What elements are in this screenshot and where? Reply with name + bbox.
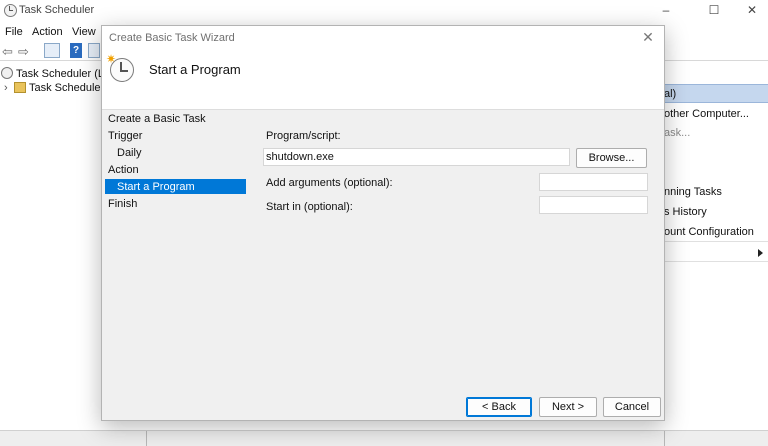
actions-pane: al) other Computer... ask... nning Tasks… <box>664 62 768 430</box>
minimize-button[interactable]: – <box>652 2 680 18</box>
menu-file[interactable]: File <box>5 26 23 38</box>
folder-icon <box>14 82 26 93</box>
app-title: Task Scheduler <box>19 4 95 16</box>
step-create-basic-task[interactable]: Create a Basic Task <box>108 113 206 125</box>
dialog-title: Create Basic Task Wizard <box>109 32 235 44</box>
step-daily[interactable]: Daily <box>117 147 141 159</box>
add-arguments-input[interactable] <box>539 173 648 191</box>
show-hide-console-tree-icon[interactable] <box>44 43 60 58</box>
browse-button[interactable]: Browse... <box>576 148 647 168</box>
close-icon[interactable]: ✕ <box>638 28 658 46</box>
cancel-button[interactable]: Cancel <box>603 397 661 417</box>
task-scheduler-icon <box>1 67 13 79</box>
action-at-service-account-configuration[interactable]: ount Configuration <box>664 226 754 238</box>
status-separator <box>146 431 147 446</box>
submenu-arrow-icon[interactable] <box>758 249 763 257</box>
main-window-titlebar: Task Scheduler – ☐ ✕ <box>0 0 768 22</box>
divider <box>664 241 768 242</box>
chevron-right-icon[interactable]: › <box>4 82 14 94</box>
task-scheduler-icon <box>4 4 17 17</box>
menu-action[interactable]: Action <box>32 26 63 38</box>
step-trigger[interactable]: Trigger <box>108 130 142 142</box>
divider <box>664 261 768 262</box>
back-arrow-icon[interactable]: ⇦ <box>2 44 13 60</box>
start-in-label: Start in (optional): <box>266 201 353 213</box>
step-action[interactable]: Action <box>108 164 139 176</box>
back-button[interactable]: < Back <box>466 397 532 417</box>
step-start-a-program[interactable]: Start a Program <box>117 181 195 193</box>
forward-arrow-icon[interactable]: ⇨ <box>18 44 29 60</box>
add-arguments-label: Add arguments (optional): <box>266 177 393 189</box>
dialog-titlebar: Create Basic Task Wizard ✕ <box>102 26 664 50</box>
action-create-task[interactable]: ask... <box>664 127 690 139</box>
menu-view[interactable]: View <box>72 26 96 38</box>
step-finish[interactable]: Finish <box>108 198 137 210</box>
maximize-button[interactable]: ☐ <box>700 2 728 18</box>
next-button[interactable]: Next > <box>539 397 597 417</box>
page-title: Start a Program <box>149 62 241 77</box>
close-window-button[interactable]: ✕ <box>738 2 766 18</box>
program-script-label: Program/script: <box>266 130 341 142</box>
status-bar <box>0 430 768 446</box>
action-connect-other-computer[interactable]: other Computer... <box>664 108 749 120</box>
help-icon[interactable]: ? <box>70 43 82 58</box>
create-basic-task-wizard-dialog: Create Basic Task Wizard ✕ ✷ Start a Pro… <box>101 25 665 421</box>
sparkle-icon: ✷ <box>106 52 117 66</box>
actions-pane-header-label: al) <box>664 88 677 100</box>
actions-pane-header[interactable]: al) <box>664 84 768 103</box>
program-script-input[interactable]: shutdown.exe <box>263 148 570 166</box>
start-in-input[interactable] <box>539 196 648 214</box>
tree-item-task-scheduler-library[interactable]: › Task Scheduler L <box>4 82 113 94</box>
dialog-header: ✷ Start a Program <box>102 50 664 110</box>
status-separator <box>664 431 665 446</box>
action-enable-history[interactable]: s History <box>664 206 707 218</box>
action-display-running-tasks[interactable]: nning Tasks <box>664 186 722 198</box>
properties-icon[interactable] <box>88 43 100 58</box>
